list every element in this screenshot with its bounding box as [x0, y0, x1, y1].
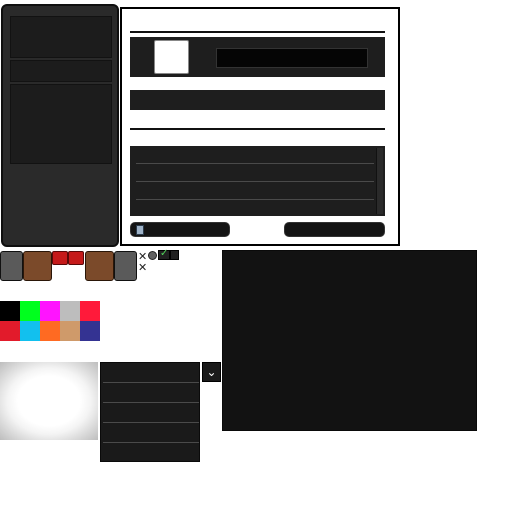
- side-panel-header-slot: [10, 16, 112, 58]
- checkbox-unchecked[interactable]: [170, 250, 179, 260]
- scrollbar[interactable]: [376, 148, 383, 214]
- input-bar[interactable]: [130, 90, 385, 110]
- color-palette: [0, 301, 100, 341]
- swatch-orange[interactable]: [40, 321, 60, 341]
- tile-gray-right: [114, 251, 137, 281]
- swatch-gray[interactable]: [60, 301, 80, 321]
- swatch-indigo[interactable]: [80, 321, 100, 341]
- radio-button[interactable]: [148, 251, 157, 260]
- swatch-black[interactable]: [0, 301, 20, 321]
- tile-brown-right: [85, 251, 114, 281]
- secondary-button[interactable]: [284, 222, 385, 237]
- dropdown-separator: [103, 382, 199, 383]
- ui-sprite-sheet: ✕ ✕ ✓ ⌄: [0, 0, 512, 512]
- dropdown-separator: [103, 442, 199, 443]
- swatch-crimson[interactable]: [0, 321, 20, 341]
- close-icon[interactable]: ✕: [138, 262, 147, 273]
- swatch-tan[interactable]: [60, 321, 80, 341]
- dialog-top-divider: [130, 31, 385, 33]
- tile-gray-left: [0, 251, 23, 281]
- text-line: [136, 163, 374, 164]
- chevron-down-button[interactable]: ⌄: [202, 362, 221, 382]
- tile-red-right: [68, 251, 84, 265]
- swatch-red[interactable]: [80, 301, 100, 321]
- checkmark-icon: ✓: [160, 248, 169, 259]
- glow-texture: [0, 362, 98, 440]
- tile-red-left: [52, 251, 68, 265]
- side-panel-content-slot: [10, 84, 112, 164]
- dropdown-list[interactable]: [100, 362, 200, 462]
- chevron-down-icon: ⌄: [206, 365, 217, 379]
- tile-brown-left: [23, 251, 52, 281]
- swatch-green[interactable]: [20, 301, 40, 321]
- swatch-magenta[interactable]: [40, 301, 60, 321]
- swatch-cyan[interactable]: [20, 321, 40, 341]
- dropdown-separator: [103, 422, 199, 423]
- side-panel-tab-slot[interactable]: [10, 60, 112, 82]
- text-area[interactable]: [130, 146, 385, 216]
- profile-row: [130, 37, 385, 77]
- dialog-mid-divider: [130, 128, 385, 130]
- text-line: [136, 181, 374, 182]
- avatar[interactable]: [154, 40, 189, 74]
- checkbox-checked[interactable]: ✓: [158, 248, 170, 260]
- text-line: [136, 199, 374, 200]
- dropdown-separator: [103, 402, 199, 403]
- name-field[interactable]: [216, 48, 368, 68]
- side-panel: [1, 4, 119, 247]
- dialog-window: [120, 7, 400, 246]
- calculator-button[interactable]: [130, 222, 230, 237]
- large-panel: [222, 250, 477, 431]
- calculator-icon: [136, 225, 144, 235]
